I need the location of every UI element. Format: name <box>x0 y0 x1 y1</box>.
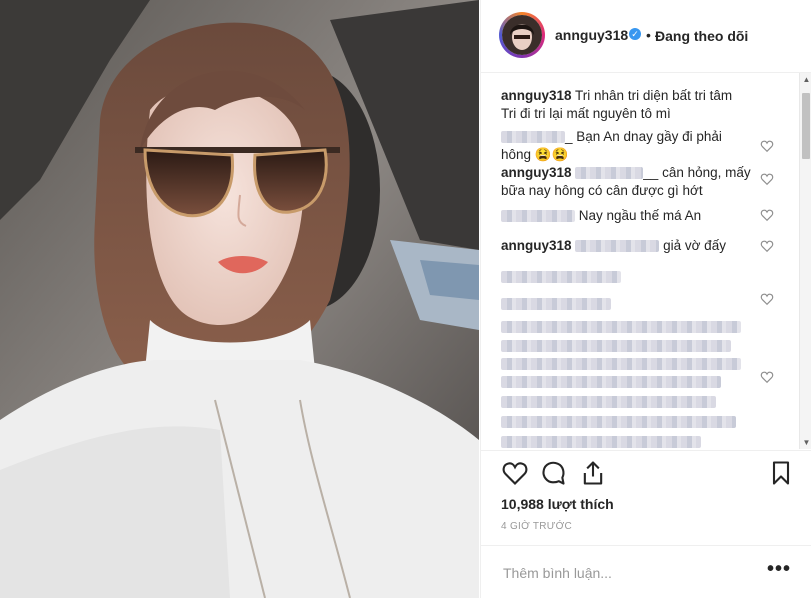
share-icon[interactable] <box>579 459 607 487</box>
pixelated-comment <box>501 355 741 373</box>
pixelated-comment <box>501 393 716 411</box>
pixelated-comment <box>501 413 736 431</box>
post-photo[interactable] <box>0 0 479 598</box>
comment-like-heart-icon[interactable] <box>760 172 774 186</box>
caption-username[interactable]: annguy318 <box>501 88 572 103</box>
instagram-post-window: annguy318 ✓ • Đang theo dõi annguy318 Tr… <box>0 0 811 598</box>
bookmark-icon[interactable] <box>767 459 795 487</box>
post-actions-section: 10,988 lượt thích 4 GIỜ TRƯỚC <box>481 450 811 551</box>
comment-text-2: bữa nay hông có cân được gì hớt <box>501 183 703 198</box>
pixelated-comment <box>501 337 731 355</box>
caption-line-1: Tri nhân tri diện bất tri tâm <box>575 88 733 103</box>
selfie-image <box>0 0 479 598</box>
comment-like-heart-icon[interactable] <box>760 370 774 384</box>
add-comment-bar: ••• <box>481 545 811 599</box>
likes-count[interactable]: 10,988 lượt thích <box>501 496 614 512</box>
post-timestamp[interactable]: 4 GIỜ TRƯỚC <box>501 521 572 532</box>
comments-scrollbar[interactable]: ▲ ▼ <box>799 73 811 449</box>
comment-like-heart-icon[interactable] <box>760 239 774 253</box>
comment-item: annguy318 giả vờ đấy <box>501 237 726 255</box>
comments-list: annguy318 Tri nhân tri diện bất tri tâm … <box>481 73 801 449</box>
avatar-image <box>502 15 542 55</box>
pixelated-comment <box>501 373 721 391</box>
add-comment-input[interactable] <box>501 560 745 586</box>
comment-username[interactable]: annguy318 <box>501 165 572 180</box>
blurred-username <box>501 210 575 223</box>
post-author-username[interactable]: annguy318 <box>555 27 628 43</box>
comment-like-heart-icon[interactable] <box>760 139 774 153</box>
follow-status-button[interactable]: Đang theo dõi <box>655 28 748 44</box>
comment-item: _ Bạn An dnay gầy đi phải hông 😫😫 <box>501 128 722 164</box>
blurred-mention <box>575 240 660 253</box>
pixelated-comment <box>501 295 611 313</box>
more-options-icon[interactable]: ••• <box>767 558 791 581</box>
scrollbar-thumb[interactable] <box>802 93 810 159</box>
pixelated-comment <box>501 318 741 336</box>
scroll-down-arrow-icon[interactable]: ▼ <box>800 436 811 449</box>
avatar[interactable] <box>502 15 542 55</box>
scroll-up-arrow-icon[interactable]: ▲ <box>800 73 811 86</box>
comment-like-heart-icon[interactable] <box>760 208 774 222</box>
comment-text: Nay ngầu thế má An <box>578 208 702 223</box>
comment-username[interactable]: annguy318 <box>501 238 572 253</box>
comment-like-heart-icon[interactable] <box>760 292 774 306</box>
caption-line-2: Tri đi tri lại mất nguyên tô mì <box>501 106 671 121</box>
like-heart-icon[interactable] <box>501 459 529 487</box>
blurred-mention <box>575 167 644 180</box>
post-header: annguy318 ✓ • Đang theo dõi <box>481 0 811 73</box>
caption: annguy318 Tri nhân tri diện bất tri tâm … <box>501 87 732 123</box>
comment-text-2: hông 😫😫 <box>501 147 569 162</box>
separator-dot: • <box>646 27 651 43</box>
comment-item: Nay ngầu thế má An <box>501 207 701 225</box>
comment-text: giả vờ đấy <box>663 238 726 253</box>
post-sidebar: annguy318 ✓ • Đang theo dõi annguy318 Tr… <box>480 0 811 598</box>
comment-item: annguy318 __ cân hỏng, mấy bữa nay hông … <box>501 164 751 200</box>
comment-text: _ Bạn An dnay gầy đi phải <box>565 129 722 144</box>
story-ring[interactable] <box>499 12 545 58</box>
comment-icon[interactable] <box>539 459 567 487</box>
blurred-username <box>501 131 565 144</box>
comment-text: __ cân hỏng, mấy <box>643 165 751 180</box>
pixelated-comment <box>501 433 701 449</box>
verified-badge-icon: ✓ <box>629 28 641 40</box>
pixelated-comment <box>501 268 621 286</box>
